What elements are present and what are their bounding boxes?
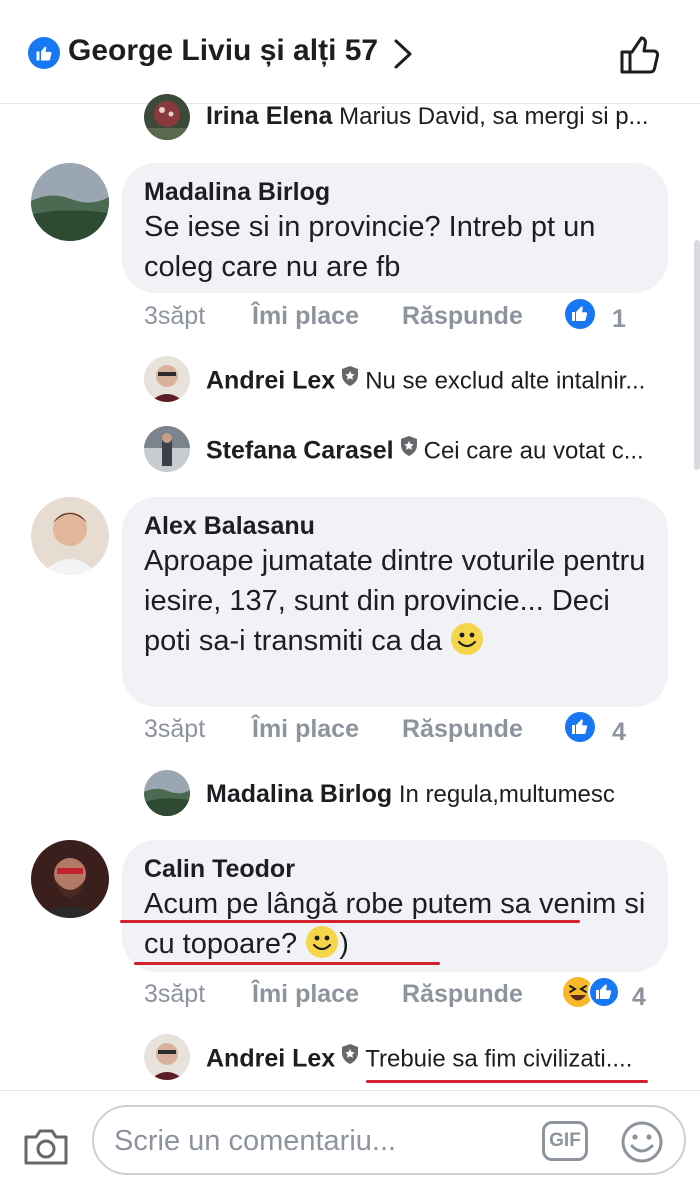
comment-meta: 3săpt Îmi place Răspunde 4 [144,976,684,1012]
thumbs-up-outline-icon[interactable] [618,32,662,81]
comment-text: Acum pe lângă robe putem sa venim si cu … [144,888,646,960]
comment-author[interactable]: Calin Teodor [144,854,646,884]
reply-row[interactable]: Stefana Carasel Cei care au votat c... [144,426,674,476]
like-icon [588,976,620,1018]
comment-bubble[interactable]: Madalina Birlog Se iese si in provincie?… [122,163,668,293]
avatar[interactable] [144,1034,190,1080]
reply-button[interactable]: Răspunde [402,298,523,334]
comment-time[interactable]: 3săpt [144,298,205,334]
comment-time[interactable]: 3săpt [144,976,205,1012]
smiley-icon [450,622,484,667]
avatar[interactable] [144,770,190,816]
like-icon [564,298,596,340]
reply-row[interactable]: Andrei Lex Nu se exclud alte intalnir... [144,356,674,406]
comment-bubble[interactable]: Calin Teodor Acum pe lângă robe putem sa… [122,840,668,972]
avatar[interactable] [144,94,190,140]
comment-meta: 3săpt Îmi place Răspunde 1 [144,298,684,334]
comment-bubble[interactable]: Alex Balasanu Aproape jumatate dintre vo… [122,497,668,707]
reactions[interactable]: 4 [564,711,626,753]
camera-icon[interactable] [22,1127,70,1172]
reply-author[interactable]: Andrei Lex [206,366,335,394]
reply-row[interactable]: Irina Elena Marius David, sa mergi si p.… [144,94,674,144]
reply-text: Trebuie sa fim civilizati.... [365,1045,633,1073]
reaction-count: 4 [632,983,646,1011]
avatar[interactable] [144,426,190,472]
comment-meta: 3săpt Îmi place Răspunde 4 [144,711,684,747]
scrollbar[interactable] [694,240,700,470]
reply-button[interactable]: Răspunde [402,976,523,1012]
reply-row[interactable]: Andrei Lex Trebuie sa fim civilizati.... [144,1034,674,1084]
red-underline [120,920,580,923]
avatar[interactable] [144,356,190,402]
reactions[interactable]: 1 [564,298,626,340]
chevron-right-icon[interactable] [392,38,414,75]
comment-placeholder: Scrie un comentariu... [114,1125,397,1157]
comment-author[interactable]: Alex Balasanu [144,511,646,541]
red-underline [134,962,440,965]
reactions[interactable]: 4 [562,976,646,1018]
comment-text: Aproape jumatate dintre voturile pentru … [144,545,646,657]
reply-author[interactable]: Stefana Carasel [206,436,394,464]
reply-author[interactable]: Andrei Lex [206,1044,335,1072]
like-icon [564,711,596,753]
reaction-count: 4 [612,718,626,746]
red-underline [366,1080,648,1083]
avatar[interactable] [31,497,109,575]
comment-author[interactable]: Madalina Birlog [144,177,646,207]
avatar[interactable] [31,163,109,241]
gif-icon[interactable]: GIF [542,1121,588,1161]
reply-text: In regula,multumesc [398,781,615,808]
like-icon [28,37,60,69]
avatar[interactable] [31,840,109,918]
like-button[interactable]: Îmi place [252,298,359,334]
reply-author[interactable]: Irina Elena [206,102,332,130]
reaction-count: 1 [612,305,626,333]
comment-time[interactable]: 3săpt [144,711,205,747]
reply-row[interactable]: Madalina Birlog In regula,multumesc [144,770,674,820]
comment-composer: Scrie un comentariu... GIF [0,1090,700,1194]
header: George Liviu și alți 57 [0,0,700,104]
comment-text: Se iese si in provincie? Intreb pt un co… [144,211,596,283]
reply-text: Marius David, sa mergi si p... [339,103,649,130]
like-button[interactable]: Îmi place [252,711,359,747]
page-title[interactable]: George Liviu și alți 57 [68,34,378,68]
comment-input[interactable]: Scrie un comentariu... GIF [92,1105,686,1175]
reply-text: Cei care au votat c... [423,437,644,465]
verified-badge-icon [339,1040,361,1076]
reply-author[interactable]: Madalina Birlog [206,780,392,808]
verified-badge-icon [339,362,361,398]
reply-text: Nu se exclud alte intalnir... [365,367,646,395]
comment-text-tail: ) [339,928,349,960]
verified-badge-icon [398,432,420,468]
reply-button[interactable]: Răspunde [402,711,523,747]
smiley-icon[interactable] [620,1120,664,1169]
like-button[interactable]: Îmi place [252,976,359,1012]
